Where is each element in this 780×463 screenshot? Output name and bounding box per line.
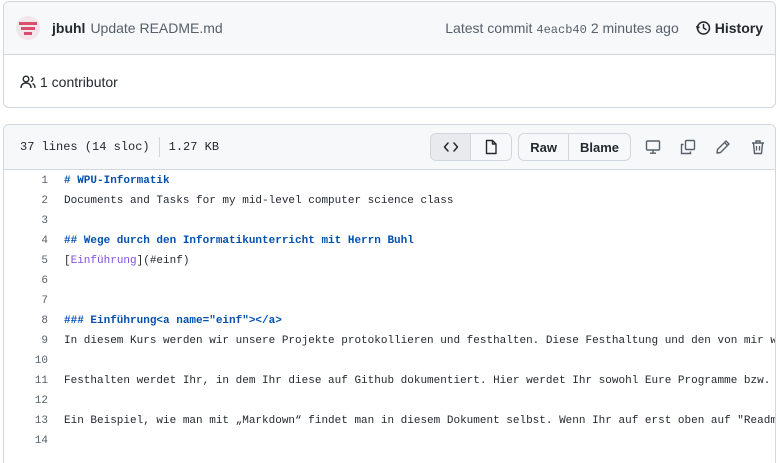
history-icon [695,21,711,35]
line-number[interactable]: 12 [4,395,48,407]
code-line: 3 [4,211,775,231]
file-icon [486,139,497,155]
raw-button[interactable]: Raw [519,134,569,160]
link-target: ](#einf) [136,255,190,267]
line-number[interactable]: 2 [4,195,48,207]
code-line: 8 ### Einführung<a name="einf"></a> [4,311,775,331]
line-content: Festhalten werdet Ihr, in dem Ihr diese … [64,375,771,387]
line-number[interactable]: 1 [4,175,48,187]
code-icon [443,142,458,152]
line-number[interactable]: 3 [4,215,48,227]
desktop-button[interactable] [635,139,670,155]
contributors-row[interactable]: 1 contributor [4,55,775,107]
line-number[interactable]: 5 [4,255,48,267]
rendered-view-button[interactable] [471,134,512,160]
contributors-label: 1 contributor [40,73,118,90]
file-header: 37 lines (14 sloc) 1.27 KB Raw Blame [4,125,775,170]
line-content: # WPU-Informatik [64,175,170,187]
commit-box: jbuhl Update README.md Latest commit 4ea… [3,1,776,108]
code-line: 10 [4,351,775,371]
code-line: 2 Documents and Tasks for my mid-level co… [4,191,775,211]
code-line: 5 [Einführung](#einf) [4,251,775,271]
view-toggle [430,133,513,161]
code-line: 12 [4,391,775,411]
latest-commit-bar: jbuhl Update README.md Latest commit 4ea… [4,2,775,55]
delete-button[interactable] [740,139,775,155]
file-info: 37 lines (14 sloc) 1.27 KB [20,137,219,157]
code-line: 11 Festhalten werdet Ihr, in dem Ihr dies… [4,371,775,391]
history-button[interactable]: History [695,20,763,36]
raw-blame-group: Raw Blame [518,133,631,161]
trash-icon [751,140,764,155]
line-number[interactable]: 10 [4,355,48,367]
code-view: 1 # WPU-Informatik 2 Documents and Tasks f… [4,170,775,451]
line-content: ### Einführung<a name="einf"></a> [64,315,282,327]
line-number[interactable]: 14 [4,435,48,447]
code-line: 6 [4,271,775,291]
line-number[interactable]: 13 [4,415,48,427]
code-view-button[interactable] [431,134,472,160]
line-number[interactable]: 9 [4,335,48,347]
code-line: 9 In diesem Kurs werden wir unsere Projek… [4,331,775,351]
commit-time: 2 minutes ago [590,19,679,36]
bracket-open: [ [64,255,71,267]
line-content: [Einführung](#einf) [48,255,189,267]
desktop-icon [645,140,660,154]
commit-author-link[interactable]: jbuhl [52,20,85,36]
people-icon [20,75,36,88]
markdown-link-text: Einführung [70,255,137,267]
line-content: Documents and Tasks for my mid-level com… [64,195,454,207]
line-content: In diesem Kurs werden wir unsere Projekt… [64,335,776,347]
line-content: Ein Beispiel, wie man mit „Markdown“ fin… [64,415,776,427]
file-lines-info: 37 lines (14 sloc) [20,140,150,154]
line-number[interactable]: 8 [4,315,48,327]
history-label: History [714,20,763,36]
divider [158,137,160,157]
blame-button[interactable]: Blame [569,134,630,160]
line-number[interactable]: 4 [4,235,48,247]
code-line: 13 Ein Beispiel, wie man mit „Markdown“ f… [4,411,775,431]
file-size: 1.27 KB [168,140,220,154]
line-content: ## Wege durch den Informatikunterricht m… [64,235,414,247]
avatar[interactable] [16,16,40,40]
commit-sha-link[interactable]: 4eacb40 [536,23,586,37]
code-line: 4 ## Wege durch den Informatikunterricht … [4,231,775,251]
edit-button[interactable] [705,139,740,155]
copy-icon [680,139,695,155]
code-line: 14 [4,431,775,451]
code-line: 7 [4,291,775,311]
line-number[interactable]: 7 [4,295,48,307]
latest-commit-label: Latest commit [445,19,533,36]
latest-commit-info: Latest commit 4eacb40 2 minutes ago [445,20,679,37]
copy-button[interactable] [670,139,705,155]
pencil-icon [715,140,730,154]
commit-message-link[interactable]: Update README.md [90,20,222,36]
code-line: 1 # WPU-Informatik [4,171,775,191]
file-box: 37 lines (14 sloc) 1.27 KB Raw Blame 1 #… [3,124,776,463]
line-number[interactable]: 6 [4,275,48,287]
line-number[interactable]: 11 [4,375,48,387]
